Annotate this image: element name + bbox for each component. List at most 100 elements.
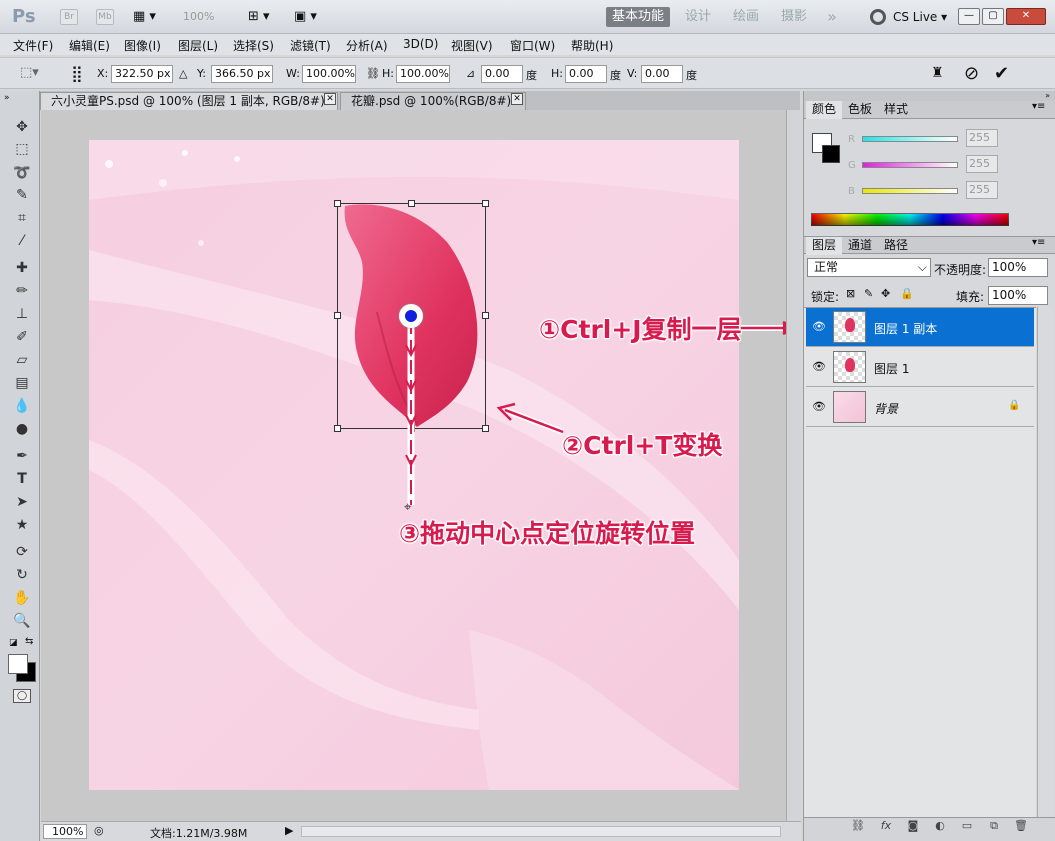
fill-field[interactable]: 100% xyxy=(988,286,1048,305)
height-field[interactable]: 100.00% xyxy=(396,65,450,83)
tool-preset-picker[interactable]: ⬚▾ xyxy=(20,65,48,83)
layer-row-layer1[interactable]: 👁 图层 1 xyxy=(806,348,1034,387)
tab-styles[interactable]: 样式 xyxy=(878,101,914,119)
add-mask-icon[interactable]: ◙ xyxy=(905,818,921,834)
menu-view[interactable]: 视图(V) xyxy=(451,37,493,54)
path-selection-tool-icon[interactable]: ➤ xyxy=(12,492,32,512)
canvas-vertical-scrollbar[interactable] xyxy=(786,110,801,821)
transform-handle[interactable] xyxy=(334,425,341,432)
layers-panel-menu-icon[interactable]: ▾≡ xyxy=(1032,237,1045,248)
visibility-eye-icon[interactable]: 👁 xyxy=(812,320,826,334)
layers-scrollbar[interactable] xyxy=(1037,307,1053,817)
tab-paths[interactable]: 路径 xyxy=(878,237,914,255)
transform-handle[interactable] xyxy=(482,425,489,432)
menu-file[interactable]: 文件(F) xyxy=(13,37,53,54)
quick-mask-icon[interactable]: ◯ xyxy=(13,689,31,703)
layer-style-fx-icon[interactable]: fx xyxy=(878,818,894,834)
gradient-tool-icon[interactable]: ▤ xyxy=(12,373,32,393)
shape-tool-icon[interactable]: ★ xyxy=(12,515,32,535)
default-colors-icon[interactable]: ◪ xyxy=(9,638,18,648)
tab-channels[interactable]: 通道 xyxy=(842,237,878,255)
type-tool-icon[interactable]: T xyxy=(12,469,32,489)
transform-handle[interactable] xyxy=(482,200,489,207)
workspace-design[interactable]: 设计 xyxy=(678,7,718,27)
workspace-painting[interactable]: 绘画 xyxy=(726,7,766,27)
status-info-icon[interactable]: ◎ xyxy=(94,824,104,837)
mini-bridge-button[interactable]: Mb xyxy=(96,9,114,25)
visibility-eye-icon[interactable]: 👁 xyxy=(812,360,826,374)
menu-help[interactable]: 帮助(H) xyxy=(571,37,613,54)
quick-select-tool-icon[interactable]: ✎ xyxy=(12,185,32,205)
swap-colors-icon[interactable]: ⇆ xyxy=(25,636,33,647)
maximize-button[interactable]: ▢ xyxy=(982,8,1004,25)
dodge-tool-icon[interactable]: ● xyxy=(12,419,32,439)
new-layer-icon[interactable]: ⧉ xyxy=(986,818,1002,834)
channel-g-value[interactable]: 255 xyxy=(966,155,998,173)
horizontal-scrollbar[interactable] xyxy=(301,826,781,837)
cs-live-button[interactable]: CS Live ▾ xyxy=(893,10,947,24)
pen-tool-icon[interactable]: ✒ xyxy=(12,446,32,466)
layer-name[interactable]: 背景 xyxy=(874,400,898,417)
channel-b-value[interactable]: 255 xyxy=(966,181,998,199)
menu-window[interactable]: 窗口(W) xyxy=(510,37,555,54)
transform-handle[interactable] xyxy=(408,200,415,207)
visibility-eye-icon[interactable]: 👁 xyxy=(812,400,826,414)
commit-transform-icon[interactable]: ✔ xyxy=(994,63,1009,84)
tab-document-1[interactable]: 六小灵童PS.psd @ 100% (图层 1 副本, RGB/8#) * xyxy=(40,92,338,110)
horizontal-skew-field[interactable]: 0.00 xyxy=(565,65,607,83)
bridge-button[interactable]: Br xyxy=(60,9,78,25)
eyedropper-tool-icon[interactable]: ⁄ xyxy=(12,231,32,251)
zoom-tool-icon[interactable]: 🔍 xyxy=(12,611,32,631)
layer-name[interactable]: 图层 1 xyxy=(874,360,909,377)
3d-orbit-tool-icon[interactable]: ↻ xyxy=(12,565,32,585)
x-position-field[interactable]: 322.50 px xyxy=(111,65,173,83)
menu-analysis[interactable]: 分析(A) xyxy=(346,37,388,54)
view-extras-button[interactable]: ▦ ▾ xyxy=(133,9,165,25)
3d-rotate-tool-icon[interactable]: ⟳ xyxy=(12,542,32,562)
move-tool-icon[interactable]: ✥ xyxy=(12,117,32,137)
tab-swatches[interactable]: 色板 xyxy=(842,101,878,119)
zoom-field[interactable]: 100% xyxy=(43,824,87,839)
tools-collapse-icon[interactable]: » xyxy=(4,93,10,103)
panel-menu-icon[interactable]: ▾≡ xyxy=(1032,101,1045,112)
tab-color[interactable]: 颜色 xyxy=(806,101,843,119)
eraser-tool-icon[interactable]: ▱ xyxy=(12,350,32,370)
close-tab-icon[interactable]: ✕ xyxy=(324,93,336,105)
lasso-tool-icon[interactable]: ➰ xyxy=(12,163,32,183)
minimize-button[interactable]: — xyxy=(958,8,980,25)
brush-tool-icon[interactable]: ✏ xyxy=(12,281,32,301)
marquee-tool-icon[interactable]: ⬚ xyxy=(12,139,32,159)
reference-point-icon[interactable]: ⣿ xyxy=(71,64,91,84)
lock-position-icon[interactable]: ✥ xyxy=(881,287,890,300)
more-workspaces-button[interactable]: » xyxy=(820,7,844,27)
delete-layer-icon[interactable]: 🗑 xyxy=(1013,818,1029,834)
channel-r-value[interactable]: 255 xyxy=(966,129,998,147)
close-tab-icon[interactable]: ✕ xyxy=(511,93,523,105)
transform-handle[interactable] xyxy=(334,312,341,319)
new-group-icon[interactable]: ▭ xyxy=(959,818,975,834)
link-icon[interactable]: ⛓ xyxy=(366,67,380,80)
hand-tool-icon[interactable]: ✋ xyxy=(12,588,32,608)
screen-mode-button[interactable]: ▣ ▾ xyxy=(294,9,326,25)
channel-g-slider[interactable] xyxy=(862,162,958,168)
channel-b-slider[interactable] xyxy=(862,188,958,194)
menu-3d[interactable]: 3D(D) xyxy=(403,37,438,51)
lock-image-icon[interactable]: ✎ xyxy=(864,287,873,300)
clone-stamp-tool-icon[interactable]: ⊥ xyxy=(12,304,32,324)
adjustment-layer-icon[interactable]: ◐ xyxy=(932,818,948,834)
foreground-color-swatch[interactable] xyxy=(8,654,28,674)
zoom-level-dropdown[interactable]: 100% xyxy=(183,10,214,23)
tab-document-2[interactable]: 花瓣.psd @ 100%(RGB/8#) * xyxy=(340,92,526,110)
menu-image[interactable]: 图像(I) xyxy=(124,37,161,54)
lock-all-icon[interactable]: 🔒 xyxy=(900,287,914,300)
blend-mode-select[interactable]: 正常 ⌵ xyxy=(807,258,931,277)
menu-edit[interactable]: 编辑(E) xyxy=(69,37,110,54)
opacity-field[interactable]: 100% xyxy=(988,258,1048,277)
lock-transparent-icon[interactable]: ⊠ xyxy=(846,287,855,300)
vertical-skew-field[interactable]: 0.00 xyxy=(641,65,683,83)
layer-name[interactable]: 图层 1 副本 xyxy=(874,320,937,337)
link-layers-icon[interactable]: ⛓ xyxy=(850,818,866,834)
y-position-field[interactable]: 366.50 px xyxy=(211,65,273,83)
workspace-essentials[interactable]: 基本功能 xyxy=(606,7,670,27)
menu-layer[interactable]: 图层(L) xyxy=(178,37,218,54)
